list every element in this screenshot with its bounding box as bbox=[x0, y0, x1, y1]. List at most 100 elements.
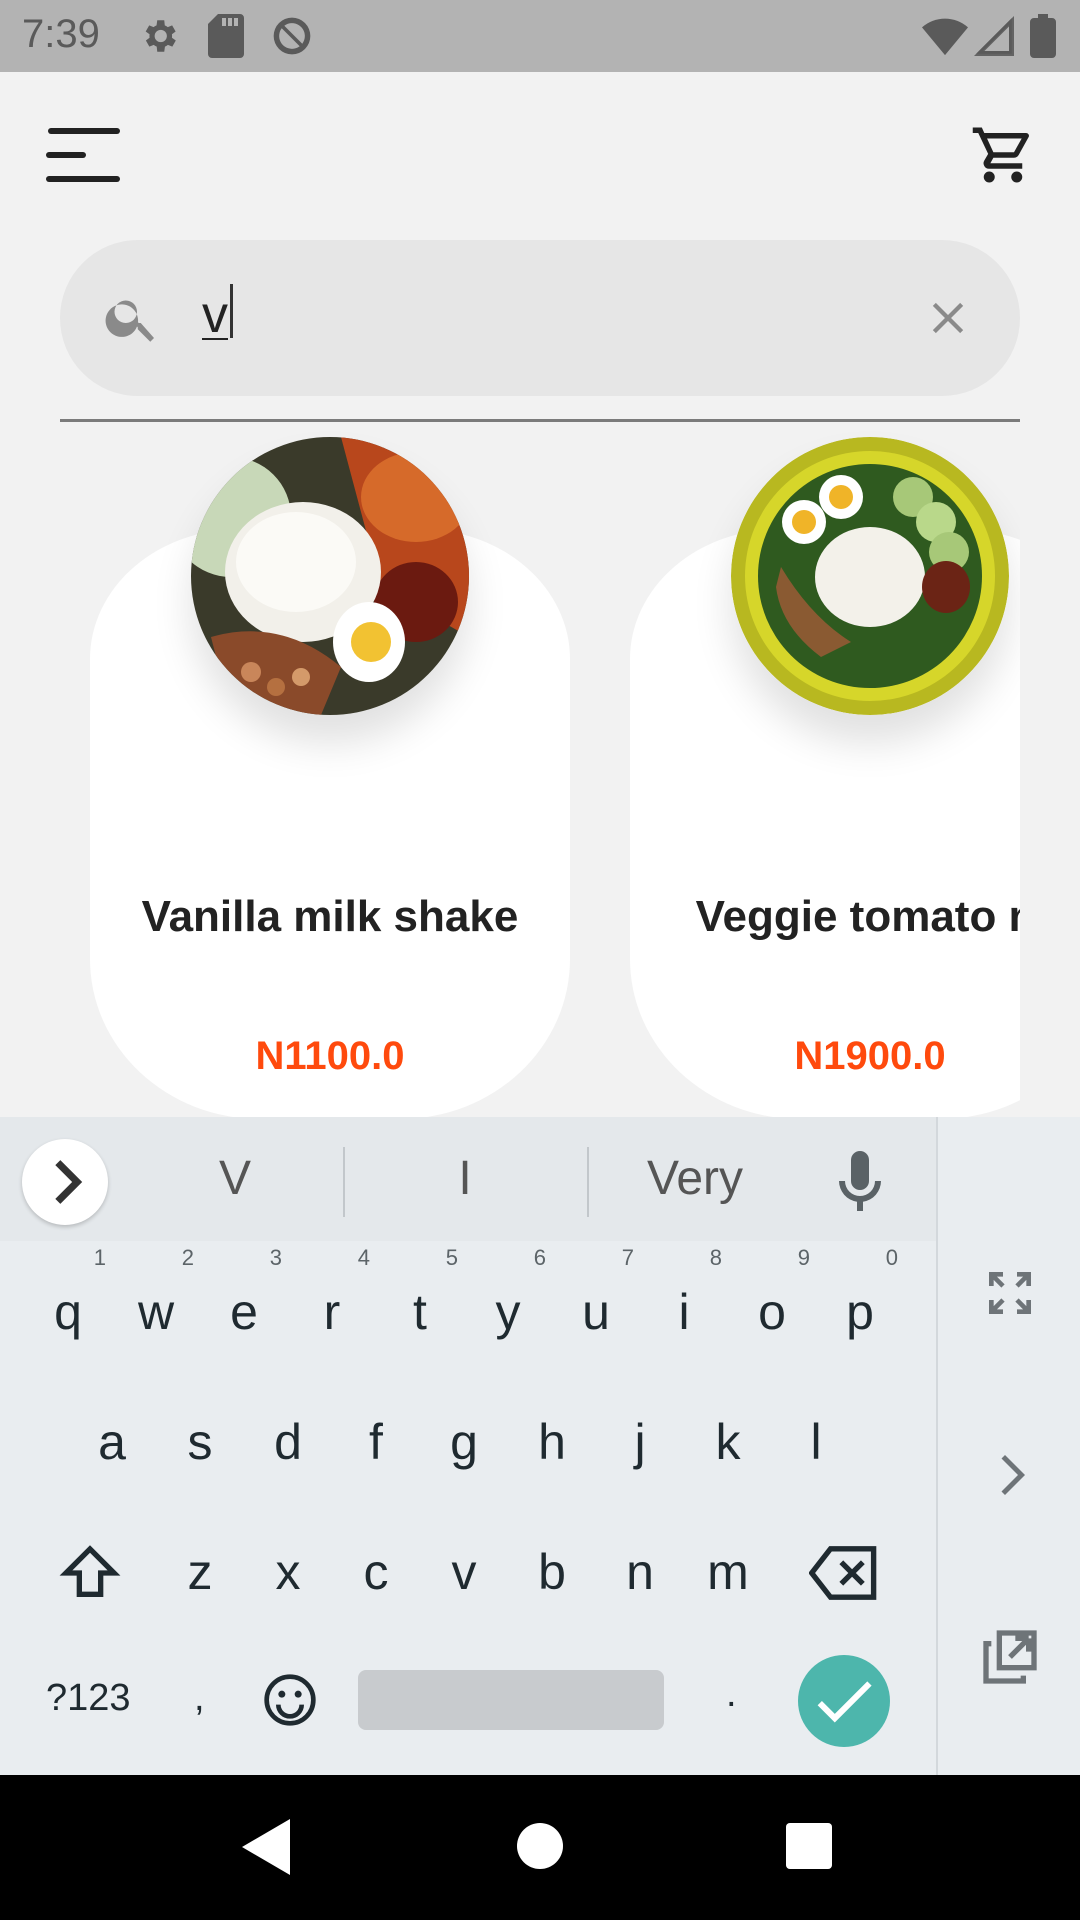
suggestion-2[interactable]: I bbox=[405, 1151, 525, 1206]
search-input-text: v bbox=[202, 286, 228, 344]
key-b[interactable]: b bbox=[508, 1517, 596, 1627]
key-p[interactable]: p0 bbox=[816, 1245, 904, 1367]
key-label: t bbox=[413, 1284, 427, 1340]
key-x[interactable]: x bbox=[244, 1517, 332, 1627]
search-icon bbox=[105, 300, 154, 342]
floating-keyboard-icon[interactable] bbox=[978, 1625, 1042, 1689]
menu-icon-line bbox=[46, 176, 120, 182]
backspace-icon bbox=[808, 1546, 877, 1600]
battery-icon bbox=[1030, 14, 1056, 63]
product-image bbox=[731, 437, 1009, 715]
menu-button[interactable] bbox=[46, 128, 122, 184]
key-j[interactable]: j bbox=[596, 1387, 684, 1497]
key-i[interactable]: i8 bbox=[640, 1245, 728, 1367]
key-hint: 8 bbox=[709, 1245, 722, 1270]
key-v[interactable]: v bbox=[420, 1517, 508, 1627]
key-t[interactable]: t5 bbox=[376, 1245, 464, 1367]
suggestion-3[interactable]: Very bbox=[610, 1151, 780, 1206]
no-disturb-icon bbox=[270, 14, 314, 63]
key-n[interactable]: n bbox=[596, 1517, 684, 1627]
comma-key[interactable]: , bbox=[194, 1677, 205, 1720]
enter-key[interactable] bbox=[798, 1655, 890, 1747]
key-hint: 1 bbox=[93, 1245, 106, 1270]
suggestion-divider bbox=[343, 1147, 345, 1217]
search-input[interactable]: v bbox=[202, 284, 233, 345]
product-price: N1900.0 bbox=[794, 1034, 946, 1078]
key-f[interactable]: f bbox=[332, 1387, 420, 1497]
key-label: o bbox=[758, 1284, 786, 1340]
product-title: Veggie tomato mix bbox=[695, 892, 1020, 941]
key-k[interactable]: k bbox=[684, 1387, 772, 1497]
key-l[interactable]: l bbox=[772, 1387, 860, 1497]
fullscreen-icon[interactable] bbox=[982, 1265, 1038, 1321]
suggestion-divider bbox=[587, 1147, 589, 1217]
check-icon bbox=[817, 1681, 872, 1723]
product-title: Vanilla milk shake bbox=[141, 892, 519, 941]
emoji-icon bbox=[264, 1674, 316, 1726]
product-list: Vanilla milk shake N1100.0 Veggie tomato… bbox=[0, 425, 1020, 1117]
status-time: 7:39 bbox=[22, 12, 100, 56]
key-z[interactable]: z bbox=[156, 1517, 244, 1627]
symbols-key[interactable]: ?123 bbox=[46, 1677, 131, 1720]
backspace-key[interactable] bbox=[800, 1517, 888, 1627]
navigation-bar bbox=[0, 1775, 1080, 1920]
cart-icon bbox=[972, 127, 1029, 183]
suggestion-1[interactable]: V bbox=[175, 1151, 295, 1206]
chevron-right-icon bbox=[55, 1160, 83, 1204]
key-label: w bbox=[137, 1284, 175, 1340]
keyboard-main: V I Very q1 w2 e3 r4 t5 y6 u7 i8 o9 p0 a… bbox=[0, 1117, 936, 1775]
space-key[interactable] bbox=[358, 1670, 664, 1730]
suggestion-strip: V I Very bbox=[0, 1117, 936, 1241]
clear-icon[interactable] bbox=[922, 292, 974, 344]
emoji-key[interactable] bbox=[246, 1644, 334, 1754]
mic-icon[interactable] bbox=[838, 1151, 882, 1211]
chevron-right-icon[interactable] bbox=[980, 1445, 1040, 1505]
cart-button[interactable] bbox=[970, 122, 1040, 192]
key-hint: 6 bbox=[533, 1245, 546, 1270]
key-u[interactable]: u7 bbox=[552, 1245, 640, 1367]
key-label: q bbox=[54, 1284, 82, 1340]
gear-icon bbox=[138, 14, 180, 63]
key-label: r bbox=[323, 1284, 341, 1340]
wifi-icon bbox=[922, 14, 968, 63]
product-image bbox=[191, 437, 469, 715]
key-hint: 9 bbox=[797, 1245, 810, 1270]
sd-card-icon bbox=[208, 14, 244, 63]
key-label: y bbox=[495, 1284, 521, 1340]
key-m[interactable]: m bbox=[684, 1517, 772, 1627]
key-hint: 2 bbox=[181, 1245, 194, 1270]
key-h[interactable]: h bbox=[508, 1387, 596, 1497]
key-o[interactable]: o9 bbox=[728, 1245, 816, 1367]
key-a[interactable]: a bbox=[68, 1387, 156, 1497]
expand-toolbar-button[interactable] bbox=[22, 1139, 108, 1225]
menu-icon-line bbox=[46, 152, 86, 158]
signal-icon bbox=[974, 14, 1014, 63]
recents-icon[interactable] bbox=[786, 1823, 832, 1869]
period-key[interactable]: . bbox=[726, 1673, 737, 1716]
key-label: e bbox=[230, 1284, 258, 1340]
search-bar[interactable]: v bbox=[60, 240, 1020, 396]
key-c[interactable]: c bbox=[332, 1517, 420, 1627]
home-icon[interactable] bbox=[517, 1823, 563, 1869]
key-q[interactable]: q1 bbox=[24, 1245, 112, 1367]
soft-keyboard: V I Very q1 w2 e3 r4 t5 y6 u7 i8 o9 p0 a… bbox=[0, 1117, 1080, 1775]
back-icon[interactable] bbox=[242, 1819, 294, 1875]
key-label: u bbox=[582, 1284, 610, 1340]
shift-icon bbox=[59, 1545, 121, 1597]
shift-key[interactable] bbox=[46, 1517, 134, 1627]
key-label: i bbox=[678, 1284, 690, 1340]
menu-icon bbox=[48, 128, 120, 134]
key-e[interactable]: e3 bbox=[200, 1245, 288, 1367]
product-price: N1100.0 bbox=[255, 1034, 405, 1078]
key-label: p bbox=[846, 1284, 874, 1340]
status-bar: 7:39 bbox=[0, 0, 1080, 72]
key-d[interactable]: d bbox=[244, 1387, 332, 1497]
keyboard-side-panel bbox=[936, 1117, 1080, 1775]
key-hint: 5 bbox=[445, 1245, 458, 1270]
key-g[interactable]: g bbox=[420, 1387, 508, 1497]
key-s[interactable]: s bbox=[156, 1387, 244, 1497]
key-r[interactable]: r4 bbox=[288, 1245, 376, 1367]
key-w[interactable]: w2 bbox=[112, 1245, 200, 1367]
key-hint: 3 bbox=[269, 1245, 282, 1270]
key-y[interactable]: y6 bbox=[464, 1245, 552, 1367]
